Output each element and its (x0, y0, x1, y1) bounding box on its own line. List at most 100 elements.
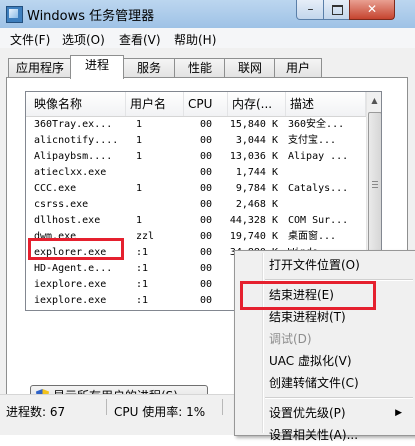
process-cpu: 00 (199, 199, 213, 210)
process-description: COM Sur... (288, 215, 349, 226)
context-menu-item[interactable]: 打开文件位置(O) (235, 254, 415, 276)
minimize-button[interactable]: – (296, 0, 325, 20)
process-cpu: 00 (199, 247, 213, 258)
process-description: Catalys... (288, 183, 349, 194)
grip-icon (372, 181, 378, 189)
tab-services[interactable]: 服务 (122, 58, 176, 78)
process-memory: 44,328 K (229, 215, 278, 226)
process-memory: 13,036 K (229, 151, 278, 162)
tab-networking[interactable]: 联网 (224, 58, 276, 78)
column-user-name[interactable]: 用户名 (126, 92, 184, 116)
context-menu-item-label: 调试(D) (269, 332, 312, 346)
menu-file[interactable]: 文件(F) (10, 31, 50, 48)
context-menu-item-label: 创建转储文件(C) (269, 376, 359, 390)
process-cpu: 00 (199, 135, 213, 146)
explorer-highlight-box (28, 238, 124, 260)
process-memory: 1,744 K (235, 167, 278, 178)
column-cpu[interactable]: CPU (184, 92, 228, 116)
process-cpu: 00 (199, 215, 213, 226)
process-cpu: 00 (199, 151, 213, 162)
process-user: 1 (136, 119, 143, 130)
status-separator (222, 399, 223, 415)
process-row[interactable]: dllhost.exe 1 00 44,328 K COM Sur... (26, 213, 366, 229)
process-description: 支付宝... (288, 135, 337, 146)
process-description: 360安全... (288, 119, 345, 130)
process-name: iexplore.e... (34, 309, 118, 310)
scroll-up-icon[interactable]: ▲ (368, 93, 381, 108)
menu-options[interactable]: 选项(O) (62, 31, 105, 48)
process-memory: 15,840 K (229, 119, 278, 130)
process-memory: 3,044 K (235, 135, 278, 146)
process-row[interactable]: Alipaybsm.... 1 00 13,036 K Alipay ... (26, 149, 366, 165)
process-cpu: 00 (199, 263, 213, 274)
submenu-arrow-icon: ▶ (395, 408, 402, 418)
context-menu-separator (265, 397, 413, 399)
context-menu-item[interactable]: 设置优先级(P) ▶ (235, 402, 415, 424)
process-name: Alipaybsm.... (34, 151, 113, 162)
menu-view[interactable]: 查看(V) (119, 31, 161, 48)
process-memory: 2,468 K (235, 199, 278, 210)
scroll-thumb[interactable] (368, 112, 381, 262)
context-menu-item-label: 设置相关性(A)... (269, 428, 359, 442)
process-name: iexplore.exe (34, 295, 107, 306)
process-name: iexplore.exe (34, 279, 107, 290)
column-image-name[interactable]: 映像名称 (26, 92, 126, 116)
maximize-icon (331, 5, 343, 15)
process-description (288, 165, 366, 181)
process-description (288, 197, 366, 213)
list-header: 映像名称 用户名 CPU 内存(... 描述 (26, 92, 366, 117)
process-row[interactable]: atieclxx.exe 00 1,744 K (26, 165, 366, 181)
process-description: Alipay ... (288, 151, 349, 162)
process-cpu: 00 (199, 279, 213, 290)
process-name: alicnotify.... (34, 135, 118, 146)
process-user: :1 (136, 309, 186, 310)
process-user (136, 197, 186, 213)
maximize-button[interactable] (323, 0, 351, 20)
process-description: 桌面窗... (288, 231, 337, 242)
end-process-highlight-box (240, 281, 376, 310)
process-user: :1 (136, 263, 149, 274)
title-bar[interactable]: Windows 任务管理器 – ✕ (0, 0, 415, 29)
cpu-usage: CPU 使用率: 1% (114, 405, 206, 419)
context-menu-item-label: 打开文件位置(O) (269, 258, 360, 272)
task-manager-icon (6, 6, 23, 23)
process-user (136, 165, 186, 181)
menu-bar: 文件(F) 选项(O) 查看(V) 帮助(H) (0, 28, 415, 48)
process-row[interactable]: CCC.exe 1 00 9,784 K Catalys... (26, 181, 366, 197)
process-memory: 19,740 K (229, 231, 278, 242)
process-name: csrss.exe (34, 199, 89, 210)
context-menu-item-label: 设置优先级(P) (269, 406, 346, 420)
process-user: 1 (136, 183, 143, 194)
context-menu-item[interactable]: 创建转储文件(C) (235, 372, 415, 394)
process-memory: 9,784 K (235, 183, 278, 194)
process-name: 360Tray.ex... (34, 119, 113, 130)
process-name: HD-Agent.e... (34, 263, 113, 274)
process-name: dllhost.exe (34, 215, 101, 226)
context-menu-item[interactable]: UAC 虚拟化(V) (235, 350, 415, 372)
context-menu-item[interactable]: 设置相关性(A)... (235, 424, 415, 446)
tab-processes[interactable]: 进程 (70, 55, 124, 79)
process-cpu: 00 (186, 309, 226, 310)
column-memory[interactable]: 内存(... (228, 92, 286, 116)
process-user: zzl (136, 231, 155, 242)
process-user: 1 (136, 151, 143, 162)
process-cpu: 00 (199, 183, 213, 194)
process-row[interactable]: alicnotify.... 1 00 3,044 K 支付宝... (26, 133, 366, 149)
process-count: 进程数: 67 (6, 405, 66, 419)
context-menu-item[interactable]: 调试(D) (235, 328, 415, 350)
tab-performance[interactable]: 性能 (174, 58, 226, 78)
process-user: 1 (136, 135, 143, 146)
menu-help[interactable]: 帮助(H) (174, 31, 216, 48)
process-row[interactable]: 360Tray.ex... 1 00 15,840 K 360安全... (26, 117, 366, 133)
close-button[interactable]: ✕ (349, 0, 395, 20)
tab-users[interactable]: 用户 (274, 58, 322, 78)
process-name: CCC.exe (34, 183, 77, 194)
process-cpu: 00 (199, 295, 213, 306)
process-user: :1 (136, 279, 149, 290)
context-menu: 打开文件位置(O) 结束进程(E) 结束进程树(T) 调试(D) UAC 虚拟化(V) 创… (234, 250, 415, 442)
process-name: atieclxx.exe (34, 167, 107, 178)
process-row[interactable]: csrss.exe 00 2,468 K (26, 197, 366, 213)
tab-strip: 应用程序 进程 服务 性能 联网 用户 (0, 55, 415, 79)
column-description[interactable]: 描述 (286, 92, 366, 116)
tab-applications[interactable]: 应用程序 (8, 58, 72, 78)
